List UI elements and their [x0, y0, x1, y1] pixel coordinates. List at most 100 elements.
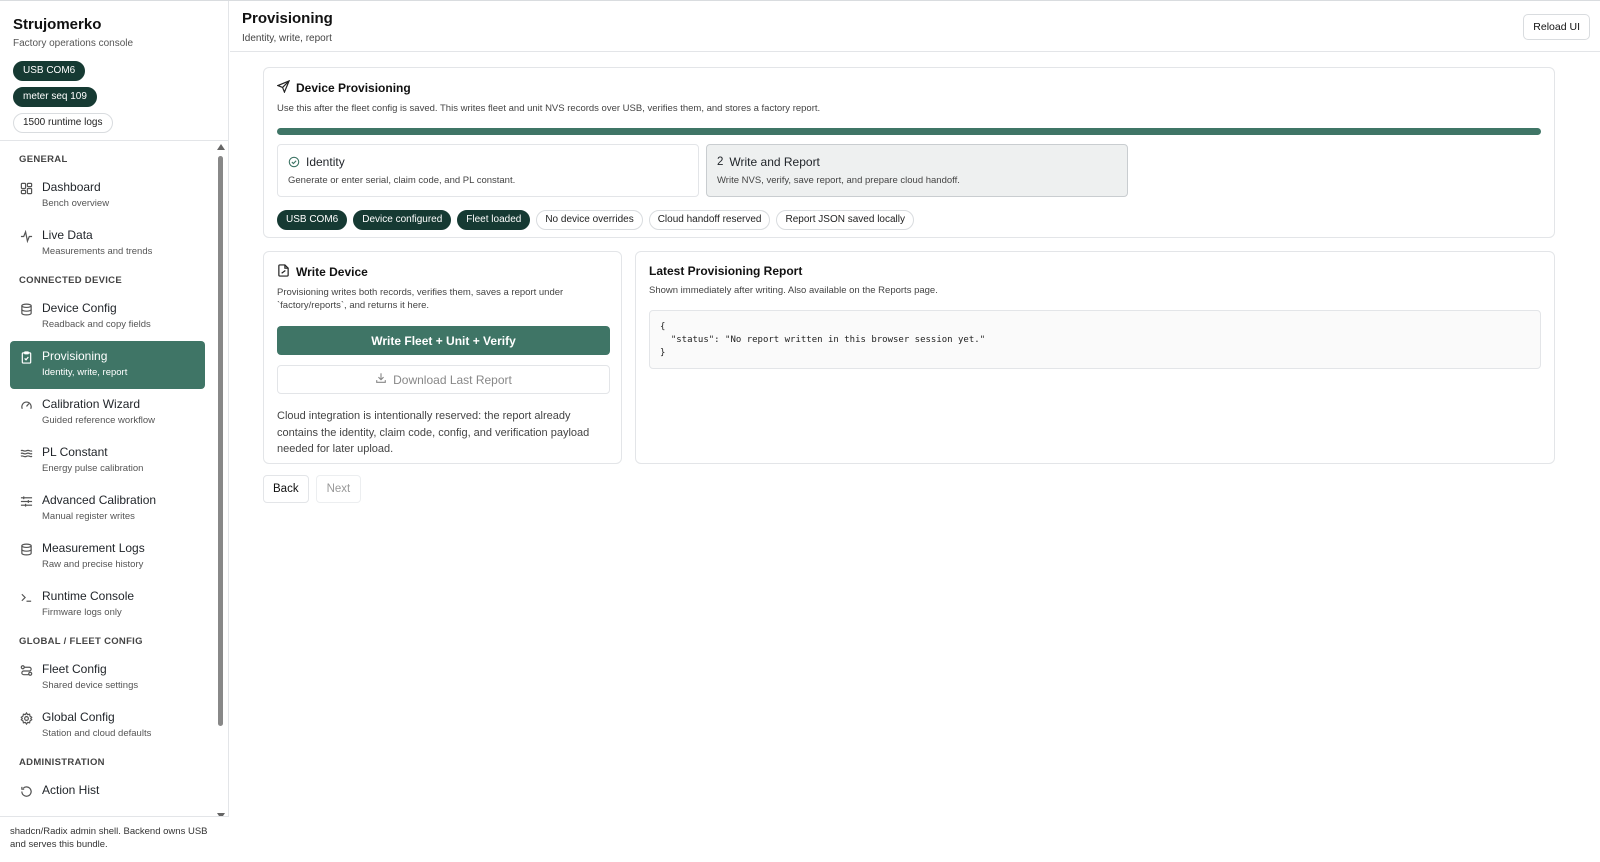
sidebar-item-sub: Manual register writes: [42, 511, 135, 522]
send-icon: [276, 79, 291, 96]
sidebar-item-device-config[interactable]: Device Config Readback and copy fields: [10, 293, 205, 341]
sidebar-item-runtime-console[interactable]: Runtime Console Firmware logs only: [10, 581, 205, 629]
sidebar: Strujomerko Factory operations console U…: [0, 1, 229, 862]
sidebar-item-label: Fleet Config: [42, 662, 107, 676]
nav-section-connected: CONNECTED DEVICE: [19, 275, 122, 286]
sidebar-item-sub: Bench overview: [42, 198, 110, 209]
nav-section-fleet: GLOBAL / FLEET CONFIG: [19, 636, 143, 647]
sidebar-item-label: Global Config: [42, 710, 115, 724]
sidebar-item-sub: Firmware logs only: [42, 607, 122, 618]
sidebar-scrollbar[interactable]: [214, 144, 226, 819]
sliders-icon: [20, 495, 33, 508]
status-badge: Report JSON saved locally: [776, 210, 914, 230]
scroll-up-arrow-icon[interactable]: [217, 144, 225, 150]
device-provisioning-description: Use this after the fleet config is saved…: [277, 103, 821, 114]
sidebar-item-sub: Station and cloud defaults: [42, 728, 152, 739]
sidebar-item-measurement-logs[interactable]: Measurement Logs Raw and precise history: [10, 533, 205, 581]
route-icon: [20, 664, 33, 677]
sidebar-item-label: Device Config: [42, 301, 117, 315]
wizard-navigation: Back Next: [263, 475, 362, 503]
sidebar-item-sub: Guided reference workflow: [42, 415, 155, 426]
brand-title: Strujomerko: [13, 16, 102, 33]
write-device-card: Write Device Provisioning writes both re…: [263, 251, 622, 464]
next-button[interactable]: Next: [315, 475, 362, 503]
sidebar-footer: shadcn/Radix admin shell. Backend owns U…: [0, 816, 229, 862]
status-badge: USB COM6: [277, 210, 348, 230]
database-icon: [20, 543, 33, 556]
gauge-icon: [20, 399, 33, 412]
step-title: Identity: [306, 155, 345, 169]
file-write-icon: [277, 264, 290, 280]
card-title: Write Device: [277, 264, 608, 280]
grid-icon: [20, 182, 33, 195]
step-description: Generate or enter serial, claim code, an…: [288, 175, 516, 186]
write-device-title: Write Device: [296, 265, 368, 279]
sidebar-item-label: PL Constant: [42, 445, 108, 459]
gear-icon: [20, 712, 33, 725]
sidebar-item-label: Measurement Logs: [42, 541, 145, 555]
status-badge: Fleet loaded: [457, 210, 531, 230]
sidebar-item-action-history[interactable]: Action Hist: [10, 775, 205, 817]
reload-ui-button[interactable]: Reload UI: [1523, 14, 1590, 40]
step-header: 2 Write and Report: [717, 155, 1117, 169]
sidebar-item-dashboard[interactable]: Dashboard Bench overview: [10, 172, 205, 220]
sidebar-item-label: Live Data: [42, 228, 93, 242]
sidebar-item-label: Advanced Calibration: [42, 493, 157, 507]
sidebar-item-label: Action Hist: [42, 783, 100, 797]
topbar: Provisioning Identity, write, report Rel…: [230, 1, 1600, 52]
sidebar-item-advanced-calibration[interactable]: Advanced Calibration Manual register wri…: [10, 485, 205, 533]
sidebar-item-sub: Raw and precise history: [42, 559, 144, 570]
history-icon: [20, 785, 33, 798]
status-pills: USB COM6 meter seq 109 1500 runtime logs: [0, 49, 228, 133]
status-badge: Cloud handoff reserved: [648, 210, 771, 230]
clipboard-check-icon: [20, 351, 33, 364]
usb-port-badge: USB COM6: [13, 61, 86, 81]
download-last-report-button[interactable]: Download Last Report: [277, 365, 610, 394]
scroll-thumb[interactable]: [218, 156, 223, 726]
sidebar-item-sub: Readback and copy fields: [42, 319, 151, 330]
sidebar-item-label: Calibration Wizard: [42, 397, 141, 411]
report-title: Latest Provisioning Report: [649, 264, 803, 278]
waves-icon: [20, 447, 33, 460]
sidebar-item-fleet-config[interactable]: Fleet Config Shared device settings: [10, 654, 205, 702]
page-subtitle: Identity, write, report: [242, 33, 332, 44]
terminal-icon: [20, 591, 33, 604]
brand-subtitle: Factory operations console: [13, 38, 134, 49]
status-chips: USB COM6 Device configured Fleet loaded …: [277, 210, 1541, 230]
brand: Strujomerko Factory operations console: [0, 1, 228, 49]
status-badge: Device configured: [353, 210, 452, 230]
step-write-and-report[interactable]: 2 Write and Report Write NVS, verify, sa…: [706, 144, 1128, 197]
step-header: Identity: [288, 155, 688, 169]
step-number: 2: [717, 156, 724, 168]
report-json-viewer: { "status": "No report written in this b…: [649, 310, 1541, 369]
check-circle-icon: [288, 156, 300, 168]
status-badge: No device overrides: [536, 210, 643, 230]
device-provisioning-card: Device Provisioning Use this after the f…: [263, 67, 1555, 238]
sidebar-item-global-config[interactable]: Global Config Station and cloud defaults: [10, 702, 205, 750]
sidebar-item-sub: Measurements and trends: [42, 246, 153, 257]
runtime-logs-badge: 1500 runtime logs: [13, 113, 113, 133]
page-title: Provisioning: [242, 10, 333, 27]
step-title: Write and Report: [729, 155, 820, 169]
main-content: Provisioning Identity, write, report Rel…: [230, 1, 1600, 862]
latest-report-card: Latest Provisioning Report Shown immedia…: [635, 251, 1555, 464]
sidebar-item-sub: Shared device settings: [42, 680, 139, 691]
step-description: Write NVS, verify, save report, and prep…: [717, 175, 960, 186]
meter-seq-badge: meter seq 109: [13, 87, 97, 107]
report-description: Shown immediately after writing. Also av…: [649, 285, 938, 296]
sidebar-item-pl-constant[interactable]: PL Constant Energy pulse calibration: [10, 437, 205, 485]
download-label: Download Last Report: [393, 372, 512, 387]
sidebar-item-provisioning[interactable]: Provisioning Identity, write, report: [10, 341, 205, 389]
back-button[interactable]: Back: [263, 475, 309, 503]
sidebar-divider: [0, 140, 228, 141]
database-icon: [20, 303, 33, 316]
write-fleet-unit-verify-button[interactable]: Write Fleet + Unit + Verify: [277, 326, 610, 355]
nav-section-admin: ADMINISTRATION: [19, 757, 105, 768]
stepper: Identity Generate or enter serial, claim…: [277, 144, 1541, 197]
activity-icon: [20, 230, 33, 243]
sidebar-item-label: Runtime Console: [42, 589, 135, 603]
sidebar-item-calibration-wizard[interactable]: Calibration Wizard Guided reference work…: [10, 389, 205, 437]
sidebar-item-live-data[interactable]: Live Data Measurements and trends: [10, 220, 205, 268]
sidebar-item-sub: Energy pulse calibration: [42, 463, 144, 474]
step-identity[interactable]: Identity Generate or enter serial, claim…: [277, 144, 699, 197]
